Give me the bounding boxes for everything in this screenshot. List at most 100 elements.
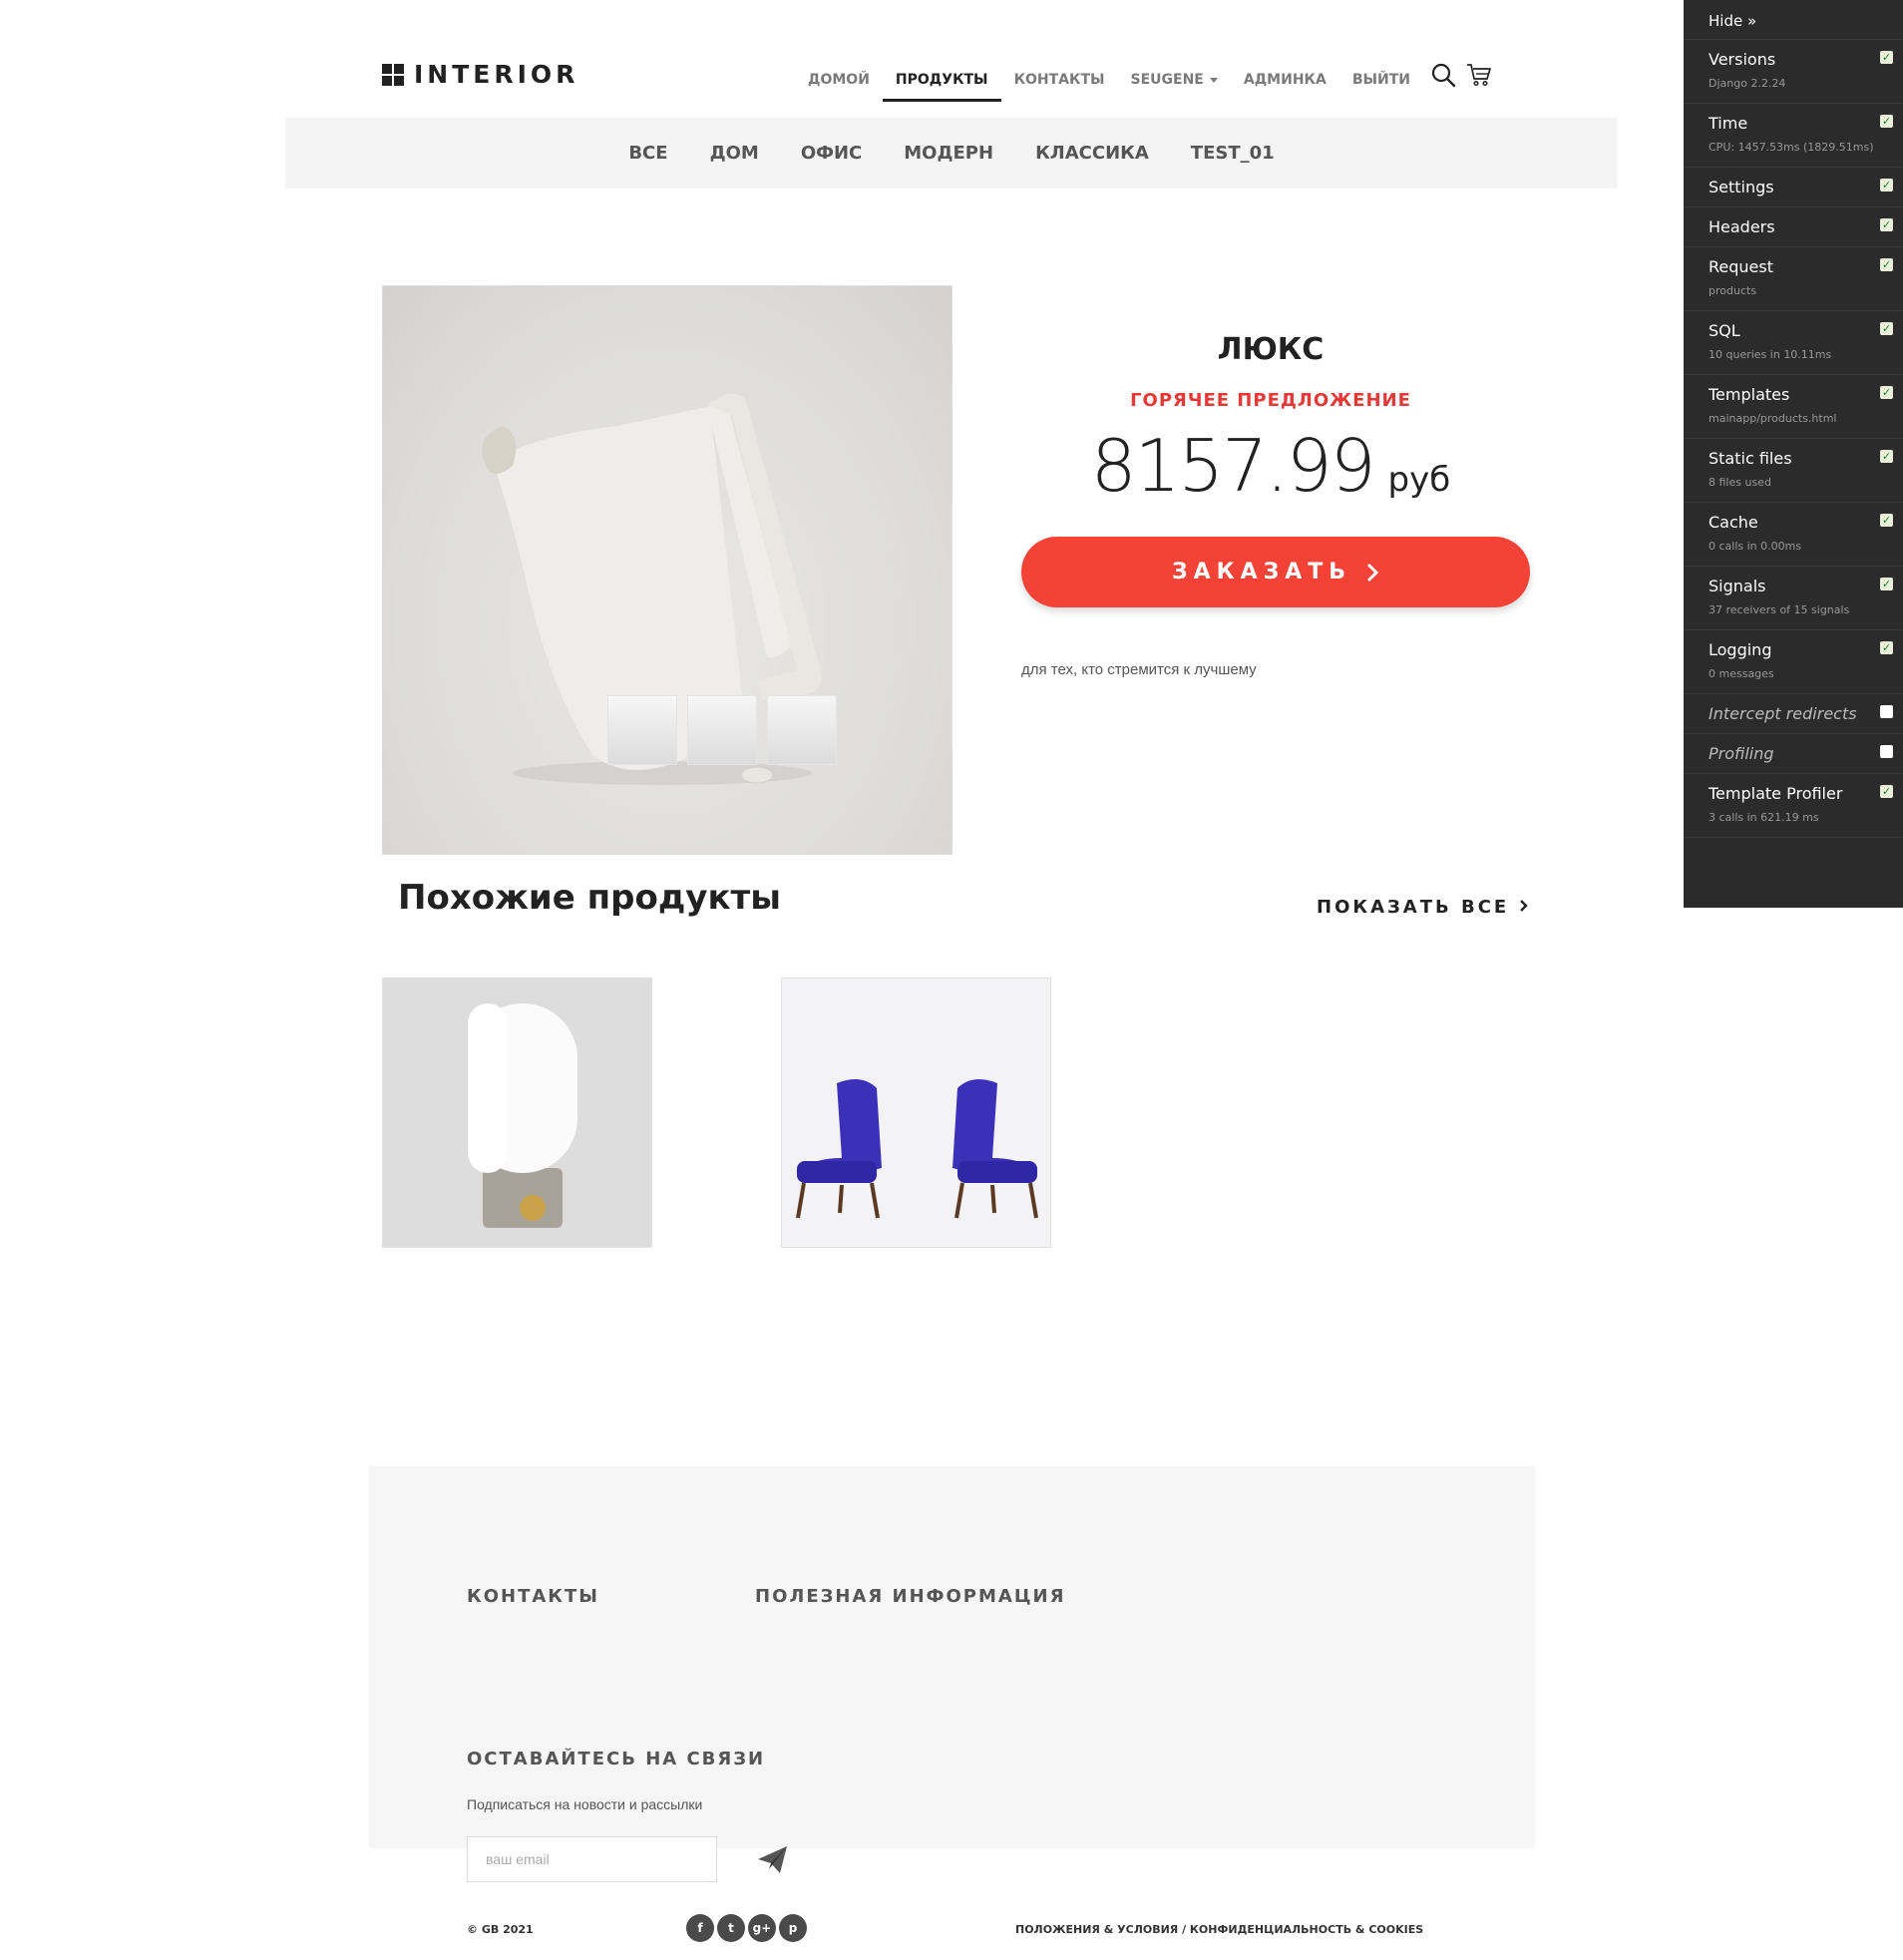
nav-user-dropdown[interactable]: SEUGENE (1118, 62, 1231, 102)
debug-panel-subtitle: 0 messages (1709, 667, 1774, 680)
panel-toggle-checkbox[interactable] (1880, 745, 1893, 758)
cart-icon[interactable] (1466, 62, 1492, 88)
category-test[interactable]: TEST_01 (1191, 143, 1275, 164)
google-plus-icon[interactable]: g+ (748, 1914, 776, 1942)
debug-panel-time[interactable]: Time CPU: 1457.53ms (1829.51ms) ✓ (1684, 104, 1903, 168)
category-bar: ВСЕ ДОМ ОФИС МОДЕРН КЛАССИКА TEST_01 (285, 118, 1618, 189)
thumbnail-list (607, 695, 837, 765)
debug-panel-settings[interactable]: Settings ✓ (1684, 168, 1903, 207)
debug-panel-title: Logging (1709, 640, 1772, 659)
product-price: 8157.99 руб (1021, 424, 1520, 508)
panel-toggle-checkbox[interactable]: ✓ (1880, 51, 1893, 64)
debug-panel-title: Cache (1709, 513, 1758, 532)
site-logo[interactable]: INTERIOR (382, 60, 578, 89)
show-all-label: ПОКАЗАТЬ ВСЕ (1317, 897, 1510, 918)
debug-panel-title: Templates (1709, 385, 1790, 404)
debug-panel-headers[interactable]: Headers ✓ (1684, 207, 1903, 247)
category-office[interactable]: ОФИС (801, 143, 862, 164)
footer-contacts-title: КОНТАКТЫ (467, 1586, 599, 1607)
nav-products[interactable]: ПРОДУКТЫ (882, 62, 1001, 102)
debug-panel-sql[interactable]: SQL 10 queries in 10.11ms ✓ (1684, 311, 1903, 375)
debug-panel-intercept-redirects[interactable]: Intercept redirects (1684, 694, 1903, 734)
main-nav: ДОМОЙ ПРОДУКТЫ КОНТАКТЫ SEUGENE АДМИНКА … (795, 62, 1423, 102)
debug-panel-static-files[interactable]: Static files 8 files used ✓ (1684, 439, 1903, 503)
similar-product-card[interactable] (781, 978, 1051, 1248)
nav-admin[interactable]: АДМИНКА (1231, 62, 1339, 102)
debug-panel-title: Headers (1709, 217, 1775, 236)
debug-panel-template-profiler[interactable]: Template Profiler 3 calls in 621.19 ms ✓ (1684, 774, 1903, 838)
chevron-right-icon (1519, 900, 1528, 912)
debug-panel-subtitle: CPU: 1457.53ms (1829.51ms) (1709, 141, 1874, 154)
debug-panel-title: Static files (1709, 449, 1792, 468)
pitcher-illustration (482, 393, 822, 785)
armchairs-illustration (782, 979, 1050, 1247)
nav-home[interactable]: ДОМОЙ (795, 62, 883, 102)
debug-panel-subtitle: mainapp/products.html (1709, 412, 1837, 425)
footer-info-title: ПОЛЕЗНАЯ ИНФОРМАЦИЯ (755, 1586, 1066, 1607)
price-currency: руб (1387, 460, 1451, 500)
debug-panel-title: Intercept redirects (1709, 704, 1857, 723)
facebook-icon[interactable]: f (686, 1914, 714, 1942)
send-icon[interactable] (756, 1843, 790, 1877)
debug-panel-templates[interactable]: Templates mainapp/products.html ✓ (1684, 375, 1903, 439)
category-classic[interactable]: КЛАССИКА (1035, 143, 1149, 164)
debug-panel-request[interactable]: Request products ✓ (1684, 247, 1903, 311)
lamp-illustration (383, 979, 651, 1247)
order-button[interactable]: ЗАКАЗАТЬ (1021, 537, 1530, 607)
debug-panel-cache[interactable]: Cache 0 calls in 0.00ms ✓ (1684, 503, 1903, 567)
panel-toggle-checkbox[interactable]: ✓ (1880, 785, 1893, 798)
caret-down-icon (1209, 77, 1218, 83)
debug-panel-versions[interactable]: Versions Django 2.2.24 ✓ (1684, 40, 1903, 104)
footer-panel (369, 1466, 1535, 1848)
copyright: © GB 2021 (467, 1923, 534, 1936)
debug-panel-subtitle: 10 queries in 10.11ms (1709, 348, 1832, 361)
footer-stay-title: ОСТАВАЙТЕСЬ НА СВЯЗИ (467, 1749, 766, 1769)
debug-panel-subtitle: 3 calls in 621.19 ms (1709, 811, 1819, 824)
pinterest-icon[interactable]: p (779, 1914, 807, 1942)
product-thumbnail[interactable] (607, 695, 677, 765)
panel-toggle-checkbox[interactable]: ✓ (1880, 115, 1893, 128)
panel-toggle-checkbox[interactable]: ✓ (1880, 514, 1893, 527)
panel-toggle-checkbox[interactable]: ✓ (1880, 578, 1893, 590)
social-links: f t g+ p (686, 1914, 807, 1942)
debug-panel-title: Versions (1709, 50, 1776, 69)
similar-products-title: Похожие продукты (398, 878, 781, 918)
email-input[interactable] (467, 1836, 717, 1882)
debug-panel-title: Settings (1709, 178, 1774, 196)
panel-toggle-checkbox[interactable]: ✓ (1880, 322, 1893, 335)
subscribe-text: Подписаться на новости и рассылки (467, 1796, 703, 1812)
terms-link[interactable]: ПОЛОЖЕНИЯ & УСЛОВИЯ / КОНФИДЕНЦИАЛЬНОСТЬ… (1015, 1923, 1423, 1936)
category-home[interactable]: ДОМ (710, 143, 759, 164)
panel-toggle-checkbox[interactable]: ✓ (1880, 450, 1893, 463)
debug-toolbar-hide-button[interactable]: Hide » (1684, 0, 1903, 40)
product-description: для тех, кто стремится к лучшему (1021, 661, 1257, 678)
chevron-right-icon (1366, 563, 1379, 582)
category-modern[interactable]: МОДЕРН (904, 143, 993, 164)
nav-contacts[interactable]: КОНТАКТЫ (1001, 62, 1118, 102)
panel-toggle-checkbox[interactable]: ✓ (1880, 386, 1893, 399)
logo-text: INTERIOR (414, 60, 579, 89)
product-thumbnail[interactable] (687, 695, 757, 765)
nav-user-label: SEUGENE (1130, 72, 1204, 88)
search-icon[interactable] (1430, 62, 1456, 88)
debug-panel-signals[interactable]: Signals 37 receivers of 15 signals ✓ (1684, 567, 1903, 630)
debug-panel-subtitle: 37 receivers of 15 signals (1709, 603, 1850, 616)
product-thumbnail[interactable] (767, 695, 837, 765)
nav-logout[interactable]: ВЫЙТИ (1339, 62, 1423, 102)
category-all[interactable]: ВСЕ (628, 143, 667, 164)
debug-panel-profiling[interactable]: Profiling (1684, 734, 1903, 774)
logo-grid-icon (382, 63, 404, 86)
order-button-label: ЗАКАЗАТЬ (1171, 560, 1352, 585)
twitter-icon[interactable]: t (717, 1914, 745, 1942)
panel-toggle-checkbox[interactable]: ✓ (1880, 179, 1893, 192)
panel-toggle-checkbox[interactable]: ✓ (1880, 641, 1893, 654)
debug-toolbar: Hide » Versions Django 2.2.24 ✓ Time CPU… (1684, 0, 1903, 908)
similar-product-card[interactable] (382, 978, 652, 1248)
price-value: 8157.99 (1090, 424, 1376, 508)
debug-panel-logging[interactable]: Logging 0 messages ✓ (1684, 630, 1903, 694)
show-all-link[interactable]: ПОКАЗАТЬ ВСЕ (1317, 897, 1529, 918)
panel-toggle-checkbox[interactable] (1880, 705, 1893, 718)
panel-toggle-checkbox[interactable]: ✓ (1880, 258, 1893, 271)
panel-toggle-checkbox[interactable]: ✓ (1880, 218, 1893, 231)
debug-panel-title: Profiling (1709, 744, 1774, 763)
